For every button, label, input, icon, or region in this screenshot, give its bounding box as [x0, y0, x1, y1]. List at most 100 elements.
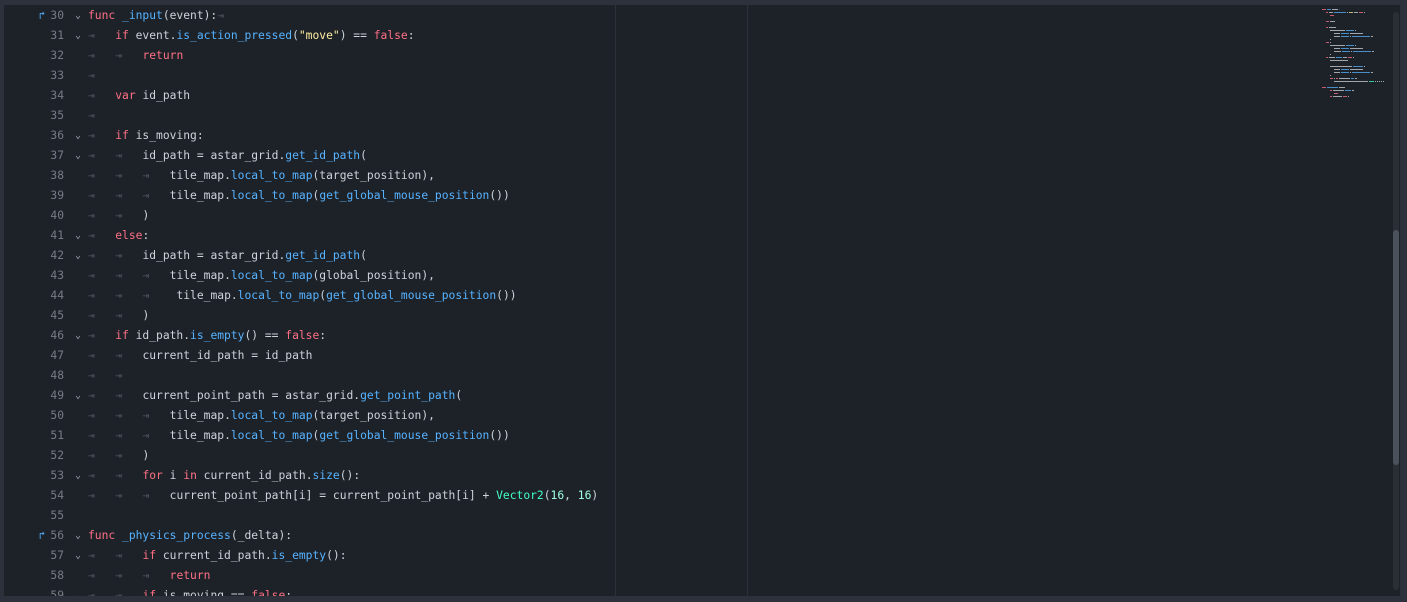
code-line[interactable]: 52 ⇥ ⇥ ) — [4, 446, 1305, 466]
code-text[interactable]: ⇥ ⇥ current_id_path = id_path — [88, 346, 312, 366]
code-text[interactable]: ⇥ — [88, 106, 115, 126]
code-text[interactable]: func _physics_process(_delta): — [88, 526, 292, 546]
minimap-mark — [1330, 78, 1333, 79]
chevron-down-icon[interactable]: ⌄ — [71, 126, 85, 146]
code-line[interactable]: ↱ 30 ⌄ func _input(event):⇥ — [4, 6, 1305, 26]
code-text[interactable]: ⇥ ⇥ for i in current_id_path.size(): — [88, 466, 360, 486]
code-token-fn: get_point_path — [360, 389, 456, 402]
chevron-down-icon[interactable]: ⌄ — [71, 386, 85, 406]
chevron-down-icon[interactable]: ⌄ — [71, 246, 85, 266]
minimap-mark — [1352, 90, 1354, 91]
minimap-mark — [1343, 96, 1347, 97]
code-text[interactable]: ⇥ ⇥ ⇥ tile_map.local_to_map(get_global_m… — [88, 286, 517, 306]
line-number: 36 — [50, 129, 64, 142]
code-text[interactable]: ⇥ ⇥ ⇥ tile_map.local_to_map(global_posit… — [88, 266, 435, 286]
code-line[interactable]: 40 ⇥ ⇥ ) — [4, 206, 1305, 226]
code-line[interactable]: ↱ 56 ⌄ func _physics_process(_delta): — [4, 526, 1305, 546]
code-text[interactable]: ⇥ ⇥ ⇥ tile_map.local_to_map(get_global_m… — [88, 426, 510, 446]
code-text[interactable]: ⇥ ⇥ ) — [88, 206, 149, 226]
code-token-fn: get_id_path — [285, 249, 361, 262]
code-line[interactable]: 39 ⇥ ⇥ ⇥ tile_map.local_to_map(get_global… — [4, 186, 1305, 206]
code-line[interactable]: 36 ⌄ ⇥ if is_moving: — [4, 126, 1305, 146]
code-line[interactable]: 41 ⌄ ⇥ else: — [4, 226, 1305, 246]
code-token-plain: tile_map. — [169, 409, 231, 422]
code-text[interactable]: ⇥ var id_path — [88, 86, 190, 106]
chevron-down-icon[interactable]: ⌄ — [71, 6, 85, 26]
code-text[interactable]: func _input(event):⇥ — [88, 6, 224, 26]
code-line[interactable]: 49 ⌄ ⇥ ⇥ current_point_path = astar_grid.g… — [4, 386, 1305, 406]
minimap-mark — [1339, 87, 1345, 88]
code-token-kw: false — [373, 29, 408, 42]
line-number: 46 — [50, 329, 64, 342]
code-line[interactable]: 55 — [4, 506, 1305, 526]
code-text[interactable]: ⇥ ⇥ current_point_path = astar_grid.get_… — [88, 386, 462, 406]
code-text[interactable]: ⇥ ⇥ if is_moving == false: — [88, 586, 292, 596]
code-text[interactable]: ⇥ ⇥ return — [88, 46, 183, 66]
line-number: 41 — [50, 229, 64, 242]
code-text[interactable]: ⇥ ⇥ ⇥ return — [88, 566, 210, 586]
minimap-mark — [1353, 66, 1363, 67]
code-line[interactable]: 38 ⇥ ⇥ ⇥ tile_map.local_to_map(target_pos… — [4, 166, 1305, 186]
line-number: 37 — [50, 149, 64, 162]
code-text[interactable]: ⇥ ⇥ ) — [88, 446, 149, 466]
code-text[interactable]: ⇥ ⇥ ⇥ tile_map.local_to_map(target_posit… — [88, 406, 435, 426]
tab-indent-icon: ⇥ — [115, 349, 143, 362]
code-line[interactable]: 48 ⇥ ⇥ — [4, 366, 1305, 386]
minimap-mark — [1329, 27, 1336, 28]
code-line[interactable]: 34 ⇥ var id_path — [4, 86, 1305, 106]
code-text[interactable]: ⇥ ⇥ id_path = astar_grid.get_id_path( — [88, 246, 367, 266]
chevron-down-icon[interactable]: ⌄ — [71, 146, 85, 166]
code-text[interactable]: ⇥ if id_path.is_empty() == false: — [88, 326, 326, 346]
code-text[interactable]: ⇥ ⇥ ⇥ current_point_path[i] = current_po… — [88, 486, 598, 506]
code-token-kw: in — [183, 469, 204, 482]
code-line[interactable]: 42 ⌄ ⇥ ⇥ id_path = astar_grid.get_id_path( — [4, 246, 1305, 266]
code-line[interactable]: 32 ⇥ ⇥ return — [4, 46, 1305, 66]
code-line[interactable]: 44 ⇥ ⇥ ⇥ tile_map.local_to_map(get_global… — [4, 286, 1305, 306]
chevron-down-icon[interactable]: ⌄ — [71, 526, 85, 546]
code-line[interactable]: 31 ⌄ ⇥ if event.is_action_pressed("move") … — [4, 26, 1305, 46]
code-token-plain: tile_map. — [169, 169, 231, 182]
scrollbar-thumb[interactable] — [1393, 230, 1399, 465]
code-line[interactable]: 54 ⇥ ⇥ ⇥ current_point_path[i] = current_… — [4, 486, 1305, 506]
line-number: 48 — [50, 369, 64, 382]
code-line[interactable]: 59 ⌄ ⇥ ⇥ if is_moving == false: — [4, 586, 1305, 596]
tab-indent-icon: ⇥ — [88, 569, 116, 582]
code-line[interactable]: 51 ⇥ ⇥ ⇥ tile_map.local_to_map(get_global… — [4, 426, 1305, 446]
code-text[interactable]: ⇥ else: — [88, 226, 149, 246]
code-editor[interactable]: ↱ 30 ⌄ func _input(event):⇥ 31 ⌄ ⇥ if event.is… — [4, 5, 1400, 596]
code-text[interactable]: ⇥ ⇥ if current_id_path.is_empty(): — [88, 546, 347, 566]
code-text[interactable]: ⇥ if is_moving: — [88, 126, 204, 146]
code-line[interactable]: 37 ⌄ ⇥ ⇥ id_path = astar_grid.get_id_path( — [4, 146, 1305, 166]
code-text[interactable]: ⇥ ⇥ ) — [88, 306, 149, 326]
chevron-down-icon[interactable]: ⌄ — [71, 226, 85, 246]
minimap-mark — [1369, 81, 1374, 82]
code-text[interactable]: ⇥ ⇥ — [88, 366, 142, 386]
code-line[interactable]: 53 ⌄ ⇥ ⇥ for i in current_id_path.size(): — [4, 466, 1305, 486]
chevron-down-icon[interactable]: ⌄ — [71, 26, 85, 46]
minimap[interactable] — [1318, 5, 1396, 235]
vertical-scrollbar[interactable] — [1393, 12, 1399, 590]
code-text[interactable]: ⇥ ⇥ ⇥ tile_map.local_to_map(target_posit… — [88, 166, 435, 186]
code-line[interactable]: 35 ⇥ — [4, 106, 1305, 126]
chevron-down-icon[interactable]: ⌄ — [71, 326, 85, 346]
code-text[interactable]: ⇥ ⇥ ⇥ tile_map.local_to_map(get_global_m… — [88, 186, 510, 206]
code-line[interactable]: 58 ⇥ ⇥ ⇥ return — [4, 566, 1305, 586]
chevron-down-icon[interactable]: ⌄ — [71, 586, 85, 596]
chevron-down-icon[interactable]: ⌄ — [71, 546, 85, 566]
code-line[interactable]: 47 ⇥ ⇥ current_id_path = id_path — [4, 346, 1305, 366]
code-text[interactable]: ⇥ ⇥ id_path = astar_grid.get_id_path( — [88, 146, 367, 166]
code-text[interactable]: ⇥ if event.is_action_pressed("move") == … — [88, 26, 415, 46]
code-line[interactable]: 43 ⇥ ⇥ ⇥ tile_map.local_to_map(global_pos… — [4, 266, 1305, 286]
code-token-plain: is_moving == — [162, 589, 252, 596]
code-line[interactable]: 50 ⇥ ⇥ ⇥ tile_map.local_to_map(target_pos… — [4, 406, 1305, 426]
code-lines[interactable]: ↱ 30 ⌄ func _input(event):⇥ 31 ⌄ ⇥ if event.is… — [4, 6, 1305, 596]
code-line[interactable]: 46 ⌄ ⇥ if id_path.is_empty() == false: — [4, 326, 1305, 346]
code-line[interactable]: 57 ⌄ ⇥ ⇥ if current_id_path.is_empty(): — [4, 546, 1305, 566]
code-token-plain: , — [564, 489, 578, 502]
chevron-down-icon[interactable]: ⌄ — [71, 466, 85, 486]
code-line[interactable]: 45 ⇥ ⇥ ) — [4, 306, 1305, 326]
code-text[interactable]: ⇥ — [88, 66, 115, 86]
line-number: 57 — [50, 549, 64, 562]
minimap-mark — [1350, 36, 1351, 37]
code-line[interactable]: 33 ⇥ — [4, 66, 1305, 86]
